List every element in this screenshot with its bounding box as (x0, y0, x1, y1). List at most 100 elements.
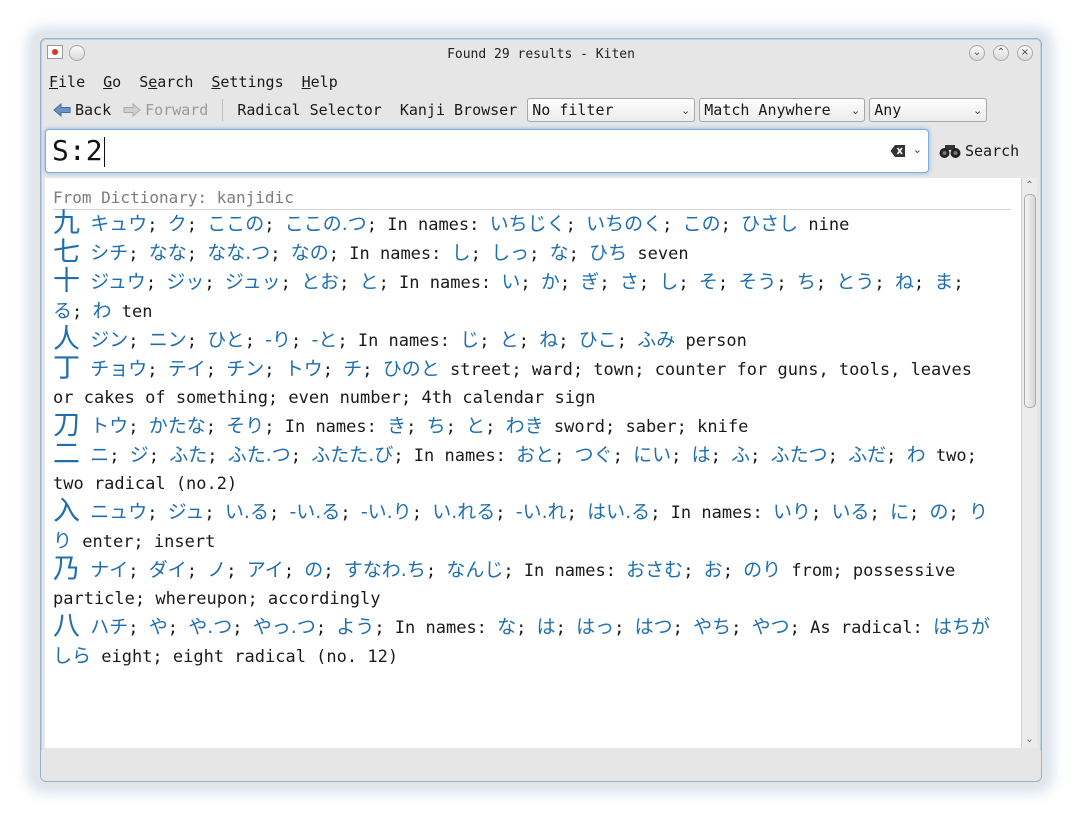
search-input[interactable]: S:2 ⌄ (45, 129, 929, 173)
reading-link[interactable]: やっ.つ (253, 616, 316, 638)
reading-link[interactable]: すなわ.ち (344, 559, 426, 581)
results-view[interactable]: From Dictionary: kanjidic 九 キュウ; ク; ここの;… (45, 178, 1021, 748)
filter-select[interactable]: No filter ⌄ (527, 98, 696, 122)
maximize-icon[interactable]: ⌃ (993, 45, 1009, 61)
reading-link[interactable]: ね (539, 329, 558, 351)
reading-link[interactable]: ね (895, 271, 914, 293)
kanji-link[interactable]: 九 (53, 208, 80, 239)
menu-item[interactable]: Help (302, 73, 338, 91)
reading-link[interactable]: の (304, 559, 323, 581)
reading-link[interactable]: と (360, 271, 379, 293)
reading-link[interactable]: キュウ (90, 213, 147, 235)
reading-link[interactable]: ひのと (383, 358, 440, 380)
scroll-up-icon[interactable]: ⌃ (1022, 178, 1037, 194)
reading-link[interactable]: ニン (149, 329, 187, 351)
reading-link[interactable]: -い.れ (516, 501, 567, 523)
reading-link[interactable]: ク (168, 213, 187, 235)
reading-link[interactable]: ふたつ (771, 444, 828, 466)
kanji-link[interactable]: 刀 (53, 410, 80, 441)
reading-link[interactable]: なんじ (446, 559, 503, 581)
reading-link[interactable]: やつ (752, 616, 790, 638)
reading-link[interactable]: ここの (207, 213, 264, 235)
reading-link[interactable]: と (500, 329, 519, 351)
reading-link[interactable]: ふ (731, 444, 750, 466)
reading-link[interactable]: や.つ (188, 616, 232, 638)
reading-link[interactable]: ぎ (580, 271, 599, 293)
reading-link[interactable]: ち (427, 415, 446, 437)
reading-link[interactable]: わ (93, 300, 112, 322)
reading-link[interactable]: とお (301, 271, 339, 293)
menu-item[interactable]: Search (139, 73, 193, 91)
minimize-icon[interactable]: ⌄ (969, 45, 985, 61)
reading-link[interactable]: アイ (247, 559, 284, 581)
reading-link[interactable]: はっ (576, 616, 614, 638)
kanji-link[interactable]: 八 (53, 611, 80, 642)
reading-link[interactable]: の (930, 501, 949, 523)
reading-link[interactable]: ふた (169, 444, 207, 466)
reading-link[interactable]: -と (312, 329, 338, 351)
reading-link[interactable]: おさむ (626, 559, 683, 581)
keep-above-icon[interactable] (69, 45, 85, 61)
kanji-link[interactable]: 乃 (53, 554, 80, 585)
match-select[interactable]: Match Anywhere ⌄ (699, 98, 866, 122)
reading-link[interactable]: い.れる (432, 501, 495, 523)
results-scrollbar[interactable]: ⌃ ⌄ (1021, 178, 1037, 748)
reading-link[interactable]: き (387, 415, 406, 437)
reading-link[interactable]: ニュウ (90, 501, 147, 523)
reading-link[interactable]: ジュッ (225, 271, 281, 293)
reading-link[interactable]: そう (738, 271, 776, 293)
reading-link[interactable]: なな.つ (207, 242, 270, 264)
type-select[interactable]: Any ⌄ (869, 98, 988, 122)
reading-link[interactable]: ふだ (848, 444, 886, 466)
reading-link[interactable]: じ (460, 329, 479, 351)
scrollbar-thumb[interactable] (1024, 194, 1036, 408)
reading-link[interactable]: つぐ (575, 444, 613, 466)
reading-link[interactable]: そ (699, 271, 718, 293)
reading-link[interactable]: な (550, 242, 569, 264)
kanji-link[interactable]: 七 (53, 237, 80, 268)
reading-link[interactable]: のり (743, 559, 781, 581)
menu-item[interactable]: File (49, 73, 85, 91)
reading-link[interactable]: とう (836, 271, 874, 293)
reading-link[interactable]: はつ (635, 616, 673, 638)
reading-link[interactable]: と (466, 415, 485, 437)
reading-link[interactable]: ジッ (166, 271, 204, 293)
reading-link[interactable]: ひち (589, 242, 627, 264)
reading-link[interactable]: ジン (90, 329, 128, 351)
search-button[interactable]: Search (935, 137, 1023, 165)
reading-link[interactable]: ジュウ (90, 271, 146, 293)
reading-link[interactable]: ひさし (741, 213, 798, 235)
reading-link[interactable]: かたな (149, 415, 206, 437)
reading-link[interactable]: ダイ (149, 559, 187, 581)
back-button[interactable]: Back (47, 97, 117, 123)
reading-link[interactable]: な (497, 616, 516, 638)
radical-selector-button[interactable]: Radical Selector (231, 97, 388, 123)
kanji-link[interactable]: 二 (53, 439, 80, 470)
reading-link[interactable]: さ (620, 271, 639, 293)
reading-link[interactable]: る (53, 300, 72, 322)
reading-link[interactable]: よう (336, 616, 374, 638)
reading-link[interactable]: ひこ (579, 329, 617, 351)
reading-link[interactable]: はい.る (587, 501, 650, 523)
reading-link[interactable]: チ (343, 358, 362, 380)
reading-link[interactable]: し (659, 271, 678, 293)
scroll-down-icon[interactable]: ⌄ (1022, 732, 1037, 748)
reading-link[interactable]: ノ (207, 559, 226, 581)
reading-link[interactable]: わ (907, 444, 926, 466)
reading-link[interactable]: ふみ (637, 329, 675, 351)
reading-link[interactable]: そり (226, 415, 264, 437)
reading-link[interactable]: いり (773, 501, 811, 523)
reading-link[interactable]: ナイ (90, 559, 128, 581)
reading-link[interactable]: この (683, 213, 721, 235)
reading-link[interactable]: ま (934, 271, 953, 293)
reading-link[interactable]: ひと (207, 329, 244, 351)
reading-link[interactable]: いる (832, 501, 870, 523)
reading-link[interactable]: テイ (168, 358, 206, 380)
reading-link[interactable]: なの (291, 242, 329, 264)
reading-link[interactable]: ハチ (90, 616, 128, 638)
reading-link[interactable]: ふた.つ (228, 444, 291, 466)
reading-link[interactable]: にい (633, 444, 671, 466)
kanji-link[interactable]: 丁 (53, 353, 80, 384)
reading-link[interactable]: チン (226, 358, 264, 380)
menu-item[interactable]: Settings (211, 73, 283, 91)
